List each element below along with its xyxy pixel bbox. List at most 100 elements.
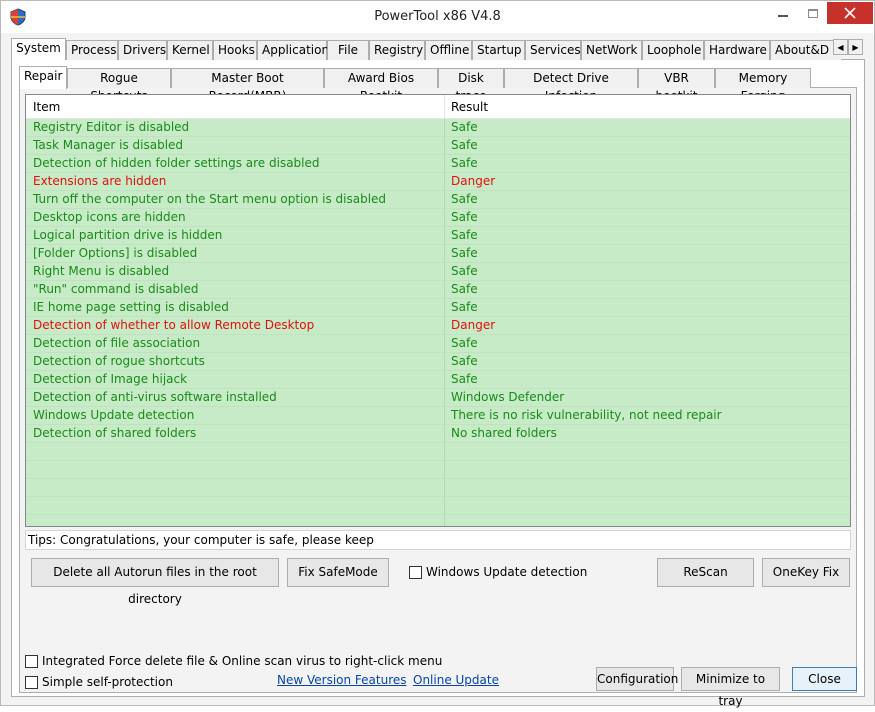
tab-file[interactable]: File [327, 40, 369, 60]
tab-system[interactable]: System [11, 38, 66, 60]
table-row[interactable]: Turn off the computer on the Start menu … [26, 191, 850, 209]
fix-safemode-button[interactable]: Fix SafeMode [287, 558, 389, 587]
configuration-button[interactable]: Configuration [596, 667, 678, 691]
repair-list[interactable]: Item Result Registry Editor is disabled S… [25, 94, 851, 527]
table-row[interactable]: Logical partition drive is hidden Safe [26, 227, 850, 245]
table-row[interactable]: IE home page setting is disabled Safe [26, 299, 850, 317]
tab-drivers[interactable]: Drivers [118, 40, 167, 60]
minimize-icon [778, 15, 788, 17]
cell-item: Detection of hidden folder settings are … [26, 155, 445, 173]
close-icon [844, 7, 856, 19]
empty-row [26, 497, 850, 515]
delete-autorun-button[interactable]: Delete all Autorun files in the root dir… [31, 558, 279, 606]
cell-item: [Folder Options] is disabled [26, 245, 445, 263]
tab-scroll-left-button[interactable]: ◀ [833, 39, 848, 55]
cell-result: Safe [451, 354, 478, 368]
checkbox-box[interactable] [25, 654, 38, 668]
new-version-link[interactable]: New Version Features [277, 673, 407, 687]
column-header-result[interactable]: Result [445, 95, 850, 119]
tab-award-bios-rootkit[interactable]: Award Bios Rootkit [324, 68, 438, 103]
main-window: PowerTool x86 V4.8 System Process Driver… [0, 0, 875, 708]
table-row[interactable]: Desktop icons are hidden Safe [26, 209, 850, 227]
table-row[interactable]: Detection of shared folders No shared fol… [26, 425, 850, 443]
cell-item: Turn off the computer on the Start menu … [26, 191, 445, 209]
tab-offline[interactable]: Offline [425, 40, 472, 60]
tab-loophole[interactable]: Loophole [642, 40, 704, 60]
window-title: PowerTool x86 V4.8 [374, 9, 501, 24]
tab-registry[interactable]: Registry [369, 40, 425, 60]
online-update-link[interactable]: Online Update [413, 673, 499, 687]
onekey-fix-button[interactable]: OneKey Fix [762, 558, 850, 587]
list-rows: Registry Editor is disabled Safe Task Mana… [26, 119, 850, 526]
table-row[interactable]: Right Menu is disabled Safe [26, 263, 850, 281]
tab-scroll-right-button[interactable]: ▶ [848, 39, 863, 55]
cell-item: Detection of anti-virus software install… [26, 389, 445, 407]
cell-result: Safe [451, 120, 478, 134]
table-row[interactable]: Extensions are hidden Danger [26, 173, 850, 191]
tab-mbr[interactable]: Master Boot Record(MBR) [171, 68, 324, 103]
tab-network[interactable]: NetWork [581, 40, 642, 60]
tab-hardware[interactable]: Hardware [704, 40, 770, 60]
rescan-button[interactable]: ReScan [657, 558, 754, 587]
tab-detect-drive-infection[interactable]: Detect Drive Infection [504, 68, 638, 103]
cell-result: Danger [451, 318, 496, 332]
title-bar[interactable]: PowerTool x86 V4.8 [1, 1, 874, 33]
table-row[interactable]: [Folder Options] is disabled Safe [26, 245, 850, 263]
tab-memory-forging[interactable]: Memory Forging [715, 68, 811, 103]
tab-application[interactable]: Application [257, 40, 329, 60]
windows-update-checkbox[interactable]: Windows Update detection [409, 564, 587, 580]
self-protection-label: Simple self-protection [42, 675, 173, 689]
minimize-to-tray-button[interactable]: Minimize to tray [681, 667, 780, 708]
tab-process[interactable]: Process [66, 40, 118, 60]
minimize-button[interactable] [768, 2, 798, 24]
close-button[interactable]: Close [792, 667, 857, 691]
table-row[interactable]: Detection of hidden folder settings are … [26, 155, 850, 173]
checkbox-box[interactable] [409, 565, 422, 579]
tab-kernel[interactable]: Kernel [167, 40, 213, 60]
empty-row [26, 479, 850, 497]
cell-item: Detection of file association [26, 335, 445, 353]
cell-result: There is no risk vulnerability, not need… [451, 408, 722, 422]
table-row[interactable]: Registry Editor is disabled Safe [26, 119, 850, 137]
tab-services[interactable]: Services [525, 40, 581, 60]
empty-row [26, 443, 850, 461]
arrow-right-icon: ▶ [852, 42, 859, 52]
table-row[interactable]: Detection of Image hijack Safe [26, 371, 850, 389]
table-row[interactable]: Windows Update detection There is no risk… [26, 407, 850, 425]
cell-result: Safe [451, 336, 478, 350]
table-row[interactable]: Detection of file association Safe [26, 335, 850, 353]
tab-repair[interactable]: Repair [19, 66, 67, 89]
cell-item: Logical partition drive is hidden [26, 227, 445, 245]
table-row[interactable]: Detection of rogue shortcuts Safe [26, 353, 850, 371]
checkbox-box[interactable] [25, 675, 38, 689]
tab-startup[interactable]: Startup [472, 40, 525, 60]
windows-update-label: Windows Update detection [426, 565, 588, 579]
close-window-button[interactable] [827, 2, 873, 24]
tab-hooks[interactable]: Hooks [213, 40, 257, 60]
tab-disk-trace[interactable]: Disk trace [438, 68, 504, 103]
cell-item: IE home page setting is disabled [26, 299, 445, 317]
empty-row [26, 461, 850, 479]
cell-result: Safe [451, 192, 478, 206]
tab-vbr-bootkit[interactable]: VBR bootkit [638, 68, 715, 103]
maximize-button[interactable] [798, 2, 828, 24]
cell-result: Safe [451, 246, 478, 260]
tab-rogue-shortcuts[interactable]: Rogue Shortcuts [67, 68, 171, 103]
cell-item: Detection of whether to allow Remote Des… [26, 317, 445, 335]
integrated-menu-checkbox[interactable]: Integrated Force delete file & Online sc… [25, 653, 442, 669]
self-protection-checkbox[interactable]: Simple self-protection [25, 674, 173, 690]
table-row[interactable]: Detection of whether to allow Remote Des… [26, 317, 850, 335]
cell-result: Danger [451, 174, 496, 188]
cell-empty [26, 515, 445, 526]
cell-item: Detection of shared folders [26, 425, 445, 443]
table-row[interactable]: Detection of anti-virus software install… [26, 389, 850, 407]
cell-result: Safe [451, 138, 478, 152]
empty-row [26, 515, 850, 526]
integrated-menu-label: Integrated Force delete file & Online sc… [42, 654, 443, 668]
column-header-item[interactable]: Item [26, 95, 445, 119]
table-row[interactable]: "Run" command is disabled Safe [26, 281, 850, 299]
tips-bar: Tips: Congratulations, your computer is … [25, 530, 851, 550]
table-row[interactable]: Task Manager is disabled Safe [26, 137, 850, 155]
tab-about[interactable]: About&D [770, 40, 841, 60]
cell-result: Safe [451, 210, 478, 224]
